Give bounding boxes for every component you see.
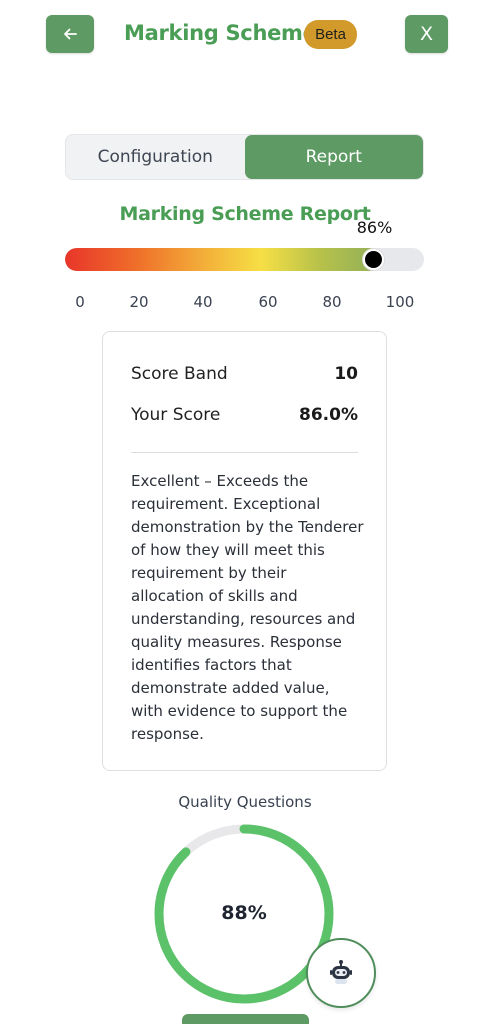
back-button[interactable] xyxy=(46,15,94,53)
beta-badge: Beta xyxy=(304,20,357,49)
score-bar-fill xyxy=(65,248,382,271)
your-score-row: Your Score 86.0% xyxy=(131,405,358,425)
tab-report[interactable]: Report xyxy=(244,135,423,179)
assistant-button[interactable] xyxy=(306,938,376,1008)
scale-tick: 20 xyxy=(129,293,149,311)
scale-tick: 80 xyxy=(322,293,342,311)
scale-tick: 100 xyxy=(385,293,415,311)
arrow-left-icon xyxy=(64,28,77,40)
scale-tick: 40 xyxy=(193,293,213,311)
report-title: Marking Scheme Report xyxy=(119,203,371,225)
quality-questions-label: Quality Questions xyxy=(178,793,312,811)
scale-tick: 60 xyxy=(258,293,278,311)
your-score-value: 86.0% xyxy=(299,405,358,425)
score-band-value: 10 xyxy=(334,364,358,384)
bottom-action-button[interactable] xyxy=(182,1014,309,1024)
app-root: Marking Scheme Beta X Configuration Repo… xyxy=(0,0,490,1024)
scale-tick: 0 xyxy=(75,293,85,311)
score-band-label: Score Band xyxy=(131,364,228,384)
score-percent-label: 86% xyxy=(356,218,393,237)
score-description: Excellent – Exceeds the requirement. Exc… xyxy=(131,472,364,743)
score-card: Score Band 10 Your Score 86.0% Excellent… xyxy=(102,331,387,771)
close-button[interactable]: X xyxy=(405,15,448,53)
quality-percent: 88% xyxy=(221,902,267,924)
view-tabs: Configuration Report xyxy=(65,134,424,180)
page-title: Marking Scheme xyxy=(124,21,317,45)
card-divider xyxy=(131,452,358,453)
your-score-label: Your Score xyxy=(131,405,221,425)
score-band-row: Score Band 10 xyxy=(131,364,358,384)
tab-configuration[interactable]: Configuration xyxy=(66,135,245,179)
robot-icon xyxy=(330,960,352,984)
